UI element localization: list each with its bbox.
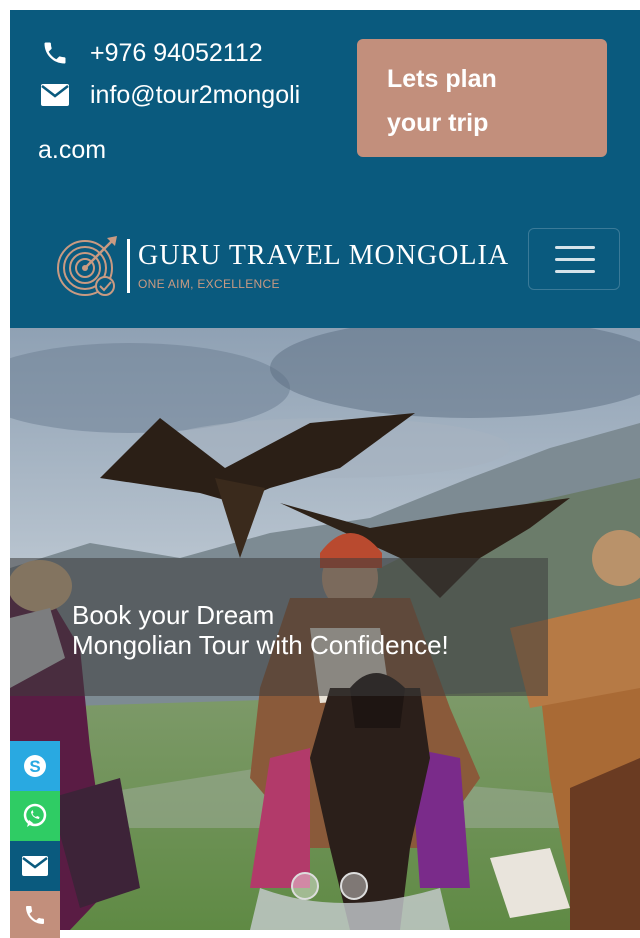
site-logo[interactable]: GURU TRAVEL MONGOLIA ONE AIM, EXCELLENCE bbox=[55, 232, 509, 300]
menu-bar-icon bbox=[555, 246, 595, 249]
slider-dot-2[interactable] bbox=[340, 872, 368, 900]
cta-line-1: Lets plan bbox=[387, 65, 497, 93]
whatsapp-button[interactable] bbox=[10, 791, 60, 841]
menu-bar-icon bbox=[555, 270, 595, 273]
target-logo-icon bbox=[57, 236, 117, 296]
whatsapp-icon bbox=[23, 803, 47, 827]
menu-bar-icon bbox=[555, 258, 595, 261]
email-contact[interactable]: info@tour2mongoli bbox=[38, 80, 300, 110]
phone-number: +976 94052112 bbox=[90, 38, 263, 67]
email-address: info@tour2mongoli bbox=[90, 80, 301, 109]
hamburger-menu-button[interactable] bbox=[528, 228, 620, 290]
svg-text:S: S bbox=[29, 757, 40, 776]
logo-title: GURU TRAVEL MONGOLIA bbox=[138, 240, 510, 271]
top-header: +976 94052112 info@tour2mongoli a.com Le… bbox=[10, 10, 640, 328]
hero-caption: Book your Dream Mongolian Tour with Conf… bbox=[72, 600, 552, 660]
email-address-cont: a.com bbox=[38, 136, 107, 164]
email-button[interactable] bbox=[10, 841, 60, 891]
phone-icon bbox=[26, 905, 44, 924]
logo-tagline: ONE AIM, EXCELLENCE bbox=[138, 277, 280, 291]
mail-icon bbox=[22, 856, 48, 876]
mail-icon bbox=[38, 80, 72, 110]
caption-line-1: Book your Dream bbox=[72, 600, 275, 630]
phone-contact[interactable]: +976 94052112 bbox=[38, 38, 263, 68]
skype-button[interactable]: S bbox=[10, 741, 60, 791]
plan-trip-button[interactable]: Lets plan your trip bbox=[357, 39, 607, 157]
slider-dot-1[interactable] bbox=[291, 872, 319, 900]
skype-icon: S bbox=[24, 755, 46, 777]
cta-line-2: your trip bbox=[387, 109, 489, 137]
call-button[interactable] bbox=[10, 891, 60, 938]
caption-line-2: Mongolian Tour with Confidence! bbox=[72, 630, 449, 660]
hero-slider[interactable]: Book your Dream Mongolian Tour with Conf… bbox=[10, 328, 640, 930]
logo-divider bbox=[127, 239, 130, 293]
phone-icon bbox=[38, 38, 72, 68]
